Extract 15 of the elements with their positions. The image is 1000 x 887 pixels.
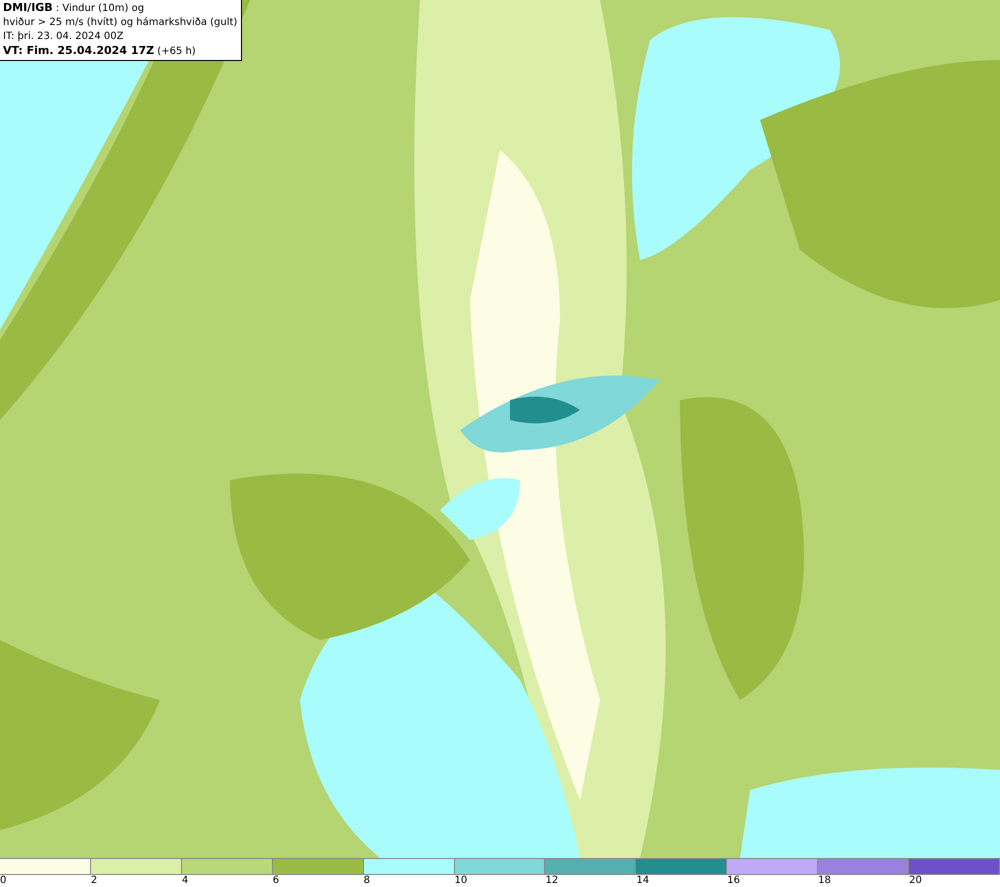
legend-label: 18	[818, 875, 831, 887]
legend-label: 0	[0, 875, 6, 887]
info-text: hviður > 25 m/s (hvítt) og hámarkshviða (gult)	[3, 16, 238, 30]
legend-label: 14	[636, 875, 650, 887]
legend-label: 4	[182, 875, 188, 887]
legend-label: 10	[454, 875, 468, 887]
legend-label: 16	[727, 875, 740, 887]
info-text: IT: þri. 23. 04. 2024 00Z	[3, 30, 124, 44]
legend-label: 2	[90, 875, 98, 887]
legend-label: 12	[545, 875, 558, 887]
legend-label: 8	[364, 875, 370, 887]
info-text: DMI/IGB : Vindur (10m) og	[3, 1, 146, 16]
info-text: VT: Fim. 25.04.2024 17Z (+65 h)	[3, 44, 197, 59]
legend-label: 20	[909, 875, 922, 887]
legend-label: 6	[272, 875, 280, 887]
